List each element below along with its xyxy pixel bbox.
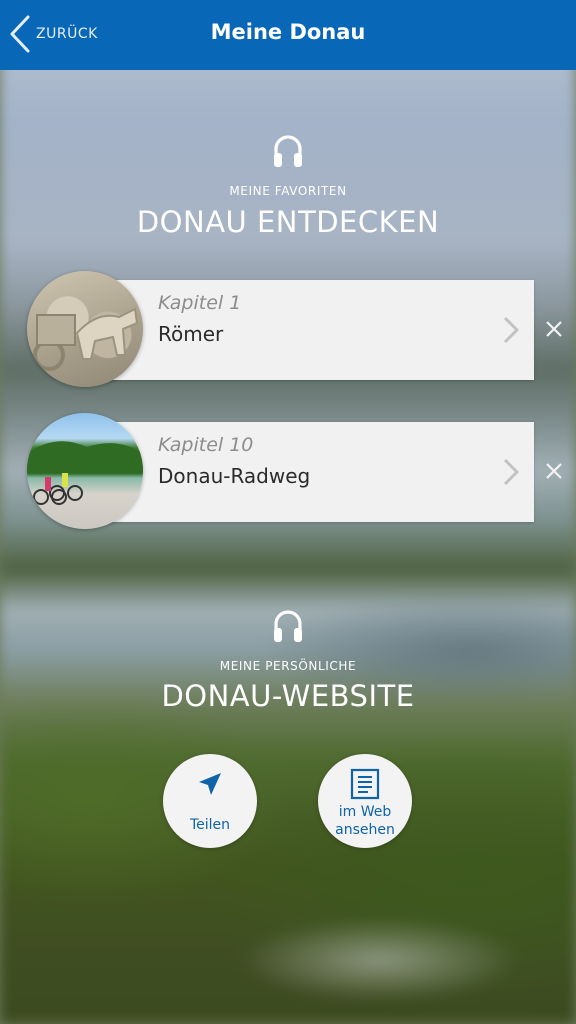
- send-arrow-icon: [199, 773, 221, 795]
- chapter-label: Kapitel 10: [158, 434, 254, 456]
- chevron-right-icon: [503, 458, 519, 486]
- cyclists-illustration: [27, 441, 143, 505]
- website-eyebrow: MEINE PERSÖNLICHE: [219, 659, 357, 673]
- web-label-line1: im Web: [338, 804, 392, 820]
- close-icon[interactable]: [544, 319, 564, 339]
- headphones-icon: [274, 610, 302, 642]
- favorite-item-roemer[interactable]: Kapitel 1 Römer: [88, 280, 534, 380]
- chapter-name: Donau-Radweg: [158, 464, 311, 488]
- top-bar: ZURÜCK Meine Donau: [0, 0, 576, 70]
- headphones-icon: [274, 135, 302, 167]
- website-headline: DONAU-WEBSITE: [161, 679, 415, 713]
- document-icon: [350, 768, 380, 800]
- share-button[interactable]: Teilen: [163, 754, 257, 848]
- chevron-right-icon: [503, 316, 519, 344]
- web-label-line2: ansehen: [335, 822, 395, 838]
- roemer-thumbnail: [27, 271, 143, 387]
- page-title: Meine Donau: [210, 20, 366, 44]
- relief-illustration: [33, 307, 139, 371]
- radweg-thumbnail: [27, 413, 143, 529]
- chapter-name: Römer: [158, 322, 224, 346]
- favorite-item-donau-radweg[interactable]: Kapitel 10 Donau-Radweg: [88, 422, 534, 522]
- chapter-label: Kapitel 1: [158, 292, 242, 314]
- view-web-button[interactable]: im Web ansehen: [318, 754, 412, 848]
- close-icon[interactable]: [544, 461, 564, 481]
- favorites-eyebrow: MEINE FAVORITEN: [229, 184, 347, 198]
- share-label: Teilen: [189, 817, 231, 833]
- favorites-headline: DONAU ENTDECKEN: [136, 205, 440, 239]
